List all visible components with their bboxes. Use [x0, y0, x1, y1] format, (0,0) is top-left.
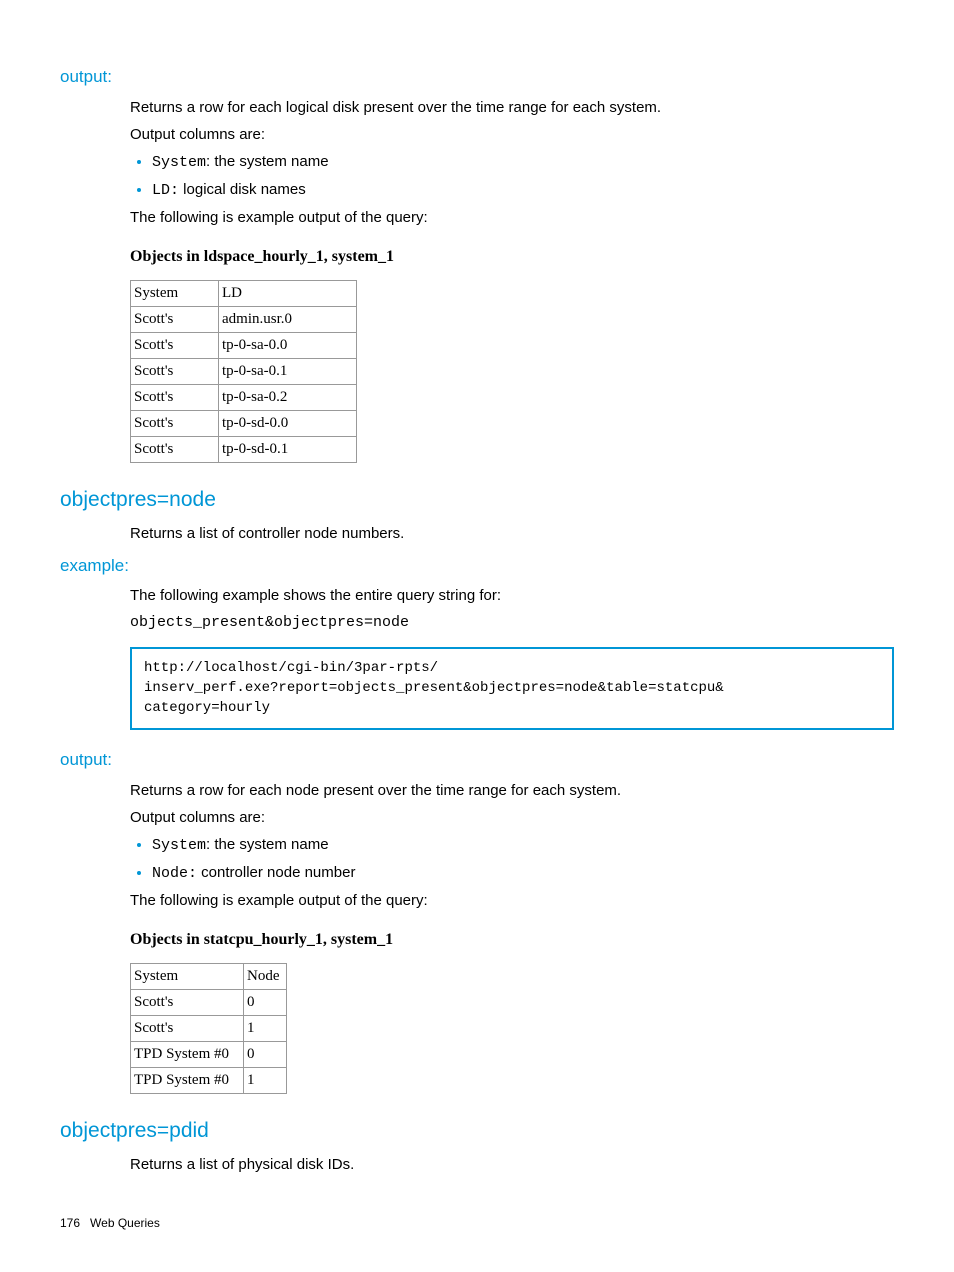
table-row: Scott'stp-0-sa-0.0 [131, 333, 357, 359]
table-row: Scott'stp-0-sa-0.1 [131, 359, 357, 385]
s4-p1: Returns a row for each node present over… [130, 780, 894, 801]
s4-li2: Node: controller node number [152, 862, 894, 884]
page-number: 176 [60, 1216, 80, 1230]
s5-p1: Returns a list of physical disk IDs. [130, 1154, 894, 1175]
table-header-row: System Node [131, 964, 287, 990]
s1-p3: The following is example output of the q… [130, 207, 894, 228]
s1-li1-text: : the system name [206, 153, 329, 170]
cell: TPD System #0 [131, 1042, 244, 1068]
th-system: System [131, 281, 219, 307]
page-footer: 176 Web Queries [60, 1215, 894, 1232]
s4-p3: The following is example output of the q… [130, 890, 894, 911]
s4-li2-text: controller node number [197, 864, 355, 881]
th-node: Node [244, 964, 287, 990]
section1-body: Returns a row for each logical disk pres… [130, 97, 894, 463]
section5-body: Returns a list of physical disk IDs. [130, 1154, 894, 1175]
s1-li2: LD: logical disk names [152, 179, 894, 201]
s1-li1-code: System [152, 154, 206, 171]
cell: TPD System #0 [131, 1068, 244, 1094]
table-row: Scott's0 [131, 990, 287, 1016]
s4-p2: Output columns are: [130, 807, 894, 828]
table-row: Scott'sadmin.usr.0 [131, 307, 357, 333]
s4-li1-text: : the system name [206, 836, 329, 853]
s1-table: System LD Scott'sadmin.usr.0 Scott'stp-0… [130, 280, 357, 463]
cell: Scott's [131, 1016, 244, 1042]
section3-body: The following example shows the entire q… [130, 585, 894, 730]
s1-li2-text: logical disk names [179, 181, 306, 198]
cell: 1 [244, 1016, 287, 1042]
s4-list: System: the system name Node: controller… [130, 834, 894, 884]
cell: tp-0-sa-0.0 [219, 333, 357, 359]
section2-body: Returns a list of controller node number… [130, 523, 894, 544]
table-row: Scott'stp-0-sa-0.2 [131, 385, 357, 411]
s4-table-title: Objects in statcpu_hourly_1, system_1 [130, 929, 894, 951]
cell: tp-0-sa-0.1 [219, 359, 357, 385]
table-row: TPD System #01 [131, 1068, 287, 1094]
th-ld: LD [219, 281, 357, 307]
s1-li1: System: the system name [152, 151, 894, 173]
s4-li2-code: Node: [152, 865, 197, 882]
cell: Scott's [131, 333, 219, 359]
heading-output-1: output: [60, 65, 894, 89]
heading-output-2: output: [60, 748, 894, 772]
cell: Scott's [131, 385, 219, 411]
cell: Scott's [131, 359, 219, 385]
section4-body: Returns a row for each node present over… [130, 780, 894, 1094]
cell: 1 [244, 1068, 287, 1094]
cell: Scott's [131, 307, 219, 333]
cell: 0 [244, 990, 287, 1016]
table-row: TPD System #00 [131, 1042, 287, 1068]
table-header-row: System LD [131, 281, 357, 307]
s1-table-title: Objects in ldspace_hourly_1, system_1 [130, 246, 894, 268]
s4-table: System Node Scott's0 Scott's1 TPD System… [130, 963, 287, 1094]
table-row: Scott'stp-0-sd-0.1 [131, 437, 357, 463]
heading-example: example: [60, 554, 894, 578]
table-row: Scott's1 [131, 1016, 287, 1042]
heading-objectpres-node: objectpres=node [60, 485, 894, 514]
s1-li2-code: LD: [152, 182, 179, 199]
s4-li1: System: the system name [152, 834, 894, 856]
cell: tp-0-sd-0.0 [219, 411, 357, 437]
cell: 0 [244, 1042, 287, 1068]
cell: Scott's [131, 990, 244, 1016]
footer-label: Web Queries [90, 1216, 160, 1230]
s3-code1: objects_present&objectpres=node [130, 612, 894, 633]
s3-codebox: http://localhost/cgi-bin/3par-rpts/ inse… [130, 647, 894, 730]
th-system: System [131, 964, 244, 990]
s4-li1-code: System [152, 837, 206, 854]
cell: tp-0-sa-0.2 [219, 385, 357, 411]
s3-p1: The following example shows the entire q… [130, 585, 894, 606]
table-row: Scott'stp-0-sd-0.0 [131, 411, 357, 437]
s2-p1: Returns a list of controller node number… [130, 523, 894, 544]
cell: Scott's [131, 411, 219, 437]
cell: Scott's [131, 437, 219, 463]
s1-p2: Output columns are: [130, 124, 894, 145]
cell: tp-0-sd-0.1 [219, 437, 357, 463]
cell: admin.usr.0 [219, 307, 357, 333]
s1-list: System: the system name LD: logical disk… [130, 151, 894, 201]
heading-objectpres-pdid: objectpres=pdid [60, 1116, 894, 1145]
s1-p1: Returns a row for each logical disk pres… [130, 97, 894, 118]
